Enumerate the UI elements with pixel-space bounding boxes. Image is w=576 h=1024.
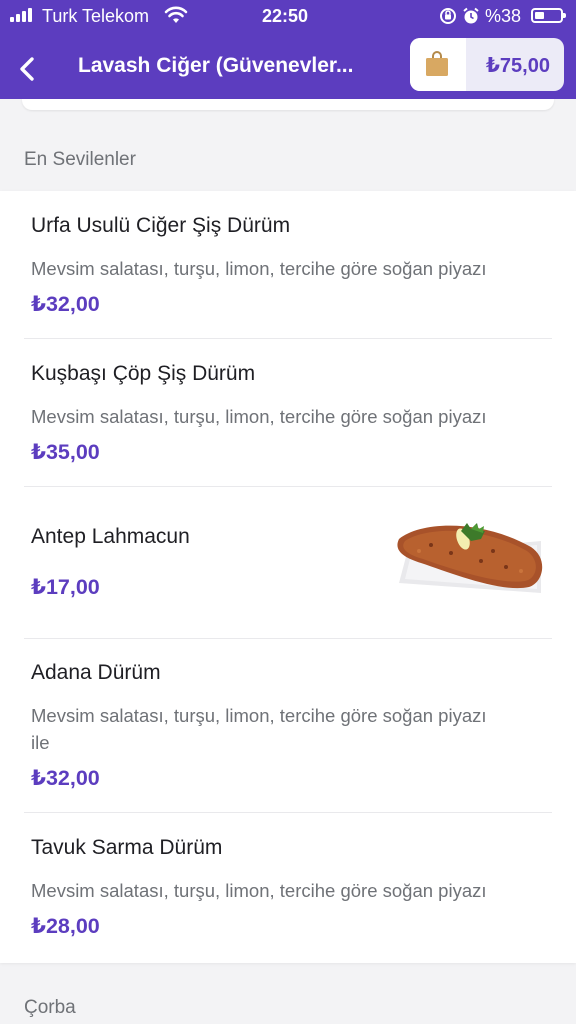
- item-name: Adana Dürüm: [31, 661, 161, 684]
- section-title: Çorba: [24, 997, 76, 1018]
- rotation-lock-icon: [440, 8, 456, 24]
- battery-fill: [535, 12, 544, 19]
- clock: 22:50: [262, 6, 309, 26]
- item-name: Antep Lahmacun: [31, 525, 190, 548]
- shopping-bag-icon: [426, 51, 448, 76]
- item-price: ₺32,00: [31, 292, 100, 316]
- menu-item[interactable]: Urfa Usulü Ciğer Şiş Dürüm Mevsim salata…: [24, 191, 552, 339]
- cart-icon-box: [410, 38, 466, 91]
- item-price: ₺28,00: [31, 914, 100, 938]
- menu-list: Urfa Usulü Ciğer Şiş Dürüm Mevsim salata…: [0, 191, 576, 963]
- menu-item[interactable]: Antep Lahmacun ₺17,00: [24, 487, 552, 639]
- restaurant-title: Lavash Ciğer (Güvenevler...: [78, 54, 354, 77]
- battery-icon: [531, 8, 566, 23]
- alarm-clock-icon: [463, 7, 479, 24]
- cart-total: ₺75,00: [486, 55, 550, 77]
- item-name: Kuşbaşı Çöp Şiş Dürüm: [31, 362, 256, 385]
- item-price: ₺17,00: [31, 575, 100, 599]
- menu-item[interactable]: Kuşbaşı Çöp Şiş Dürüm Mevsim salatası, t…: [24, 339, 552, 487]
- item-description: Mevsim salatası, turşu, limon, tercihe g…: [31, 705, 487, 753]
- cellular-signal-icon: [10, 8, 32, 22]
- chevron-left-icon[interactable]: [14, 53, 42, 85]
- item-description: Mevsim salatası, turşu, limon, tercihe g…: [31, 406, 487, 427]
- lahmacun-photo: [391, 501, 547, 607]
- item-description: Mevsim salatası, turşu, limon, tercihe g…: [31, 258, 487, 279]
- item-name: Urfa Usulü Ciğer Şiş Dürüm: [31, 214, 291, 237]
- item-description: Mevsim salatası, turşu, limon, tercihe g…: [31, 880, 487, 901]
- item-price: ₺32,00: [31, 766, 100, 790]
- section-title: En Sevilenler: [24, 149, 136, 170]
- item-price: ₺35,00: [31, 440, 100, 464]
- search-card-edge: [22, 99, 554, 110]
- top-bar: Turk Telekom 22:50 %38 Lavash Ciğer (Güv…: [0, 0, 576, 99]
- wifi-icon: [164, 6, 188, 23]
- carrier-name: Turk Telekom: [42, 6, 150, 26]
- battery-percentage: %38: [485, 6, 522, 26]
- status-bar: Turk Telekom 22:50 %38: [0, 0, 576, 32]
- menu-item[interactable]: Adana Dürüm Mevsim salatası, turşu, limo…: [24, 639, 552, 813]
- cart-button[interactable]: ₺75,00: [410, 38, 564, 91]
- item-name: Tavuk Sarma Dürüm: [31, 836, 223, 859]
- menu-item[interactable]: Tavuk Sarma Dürüm Mevsim salatası, turşu…: [24, 813, 552, 963]
